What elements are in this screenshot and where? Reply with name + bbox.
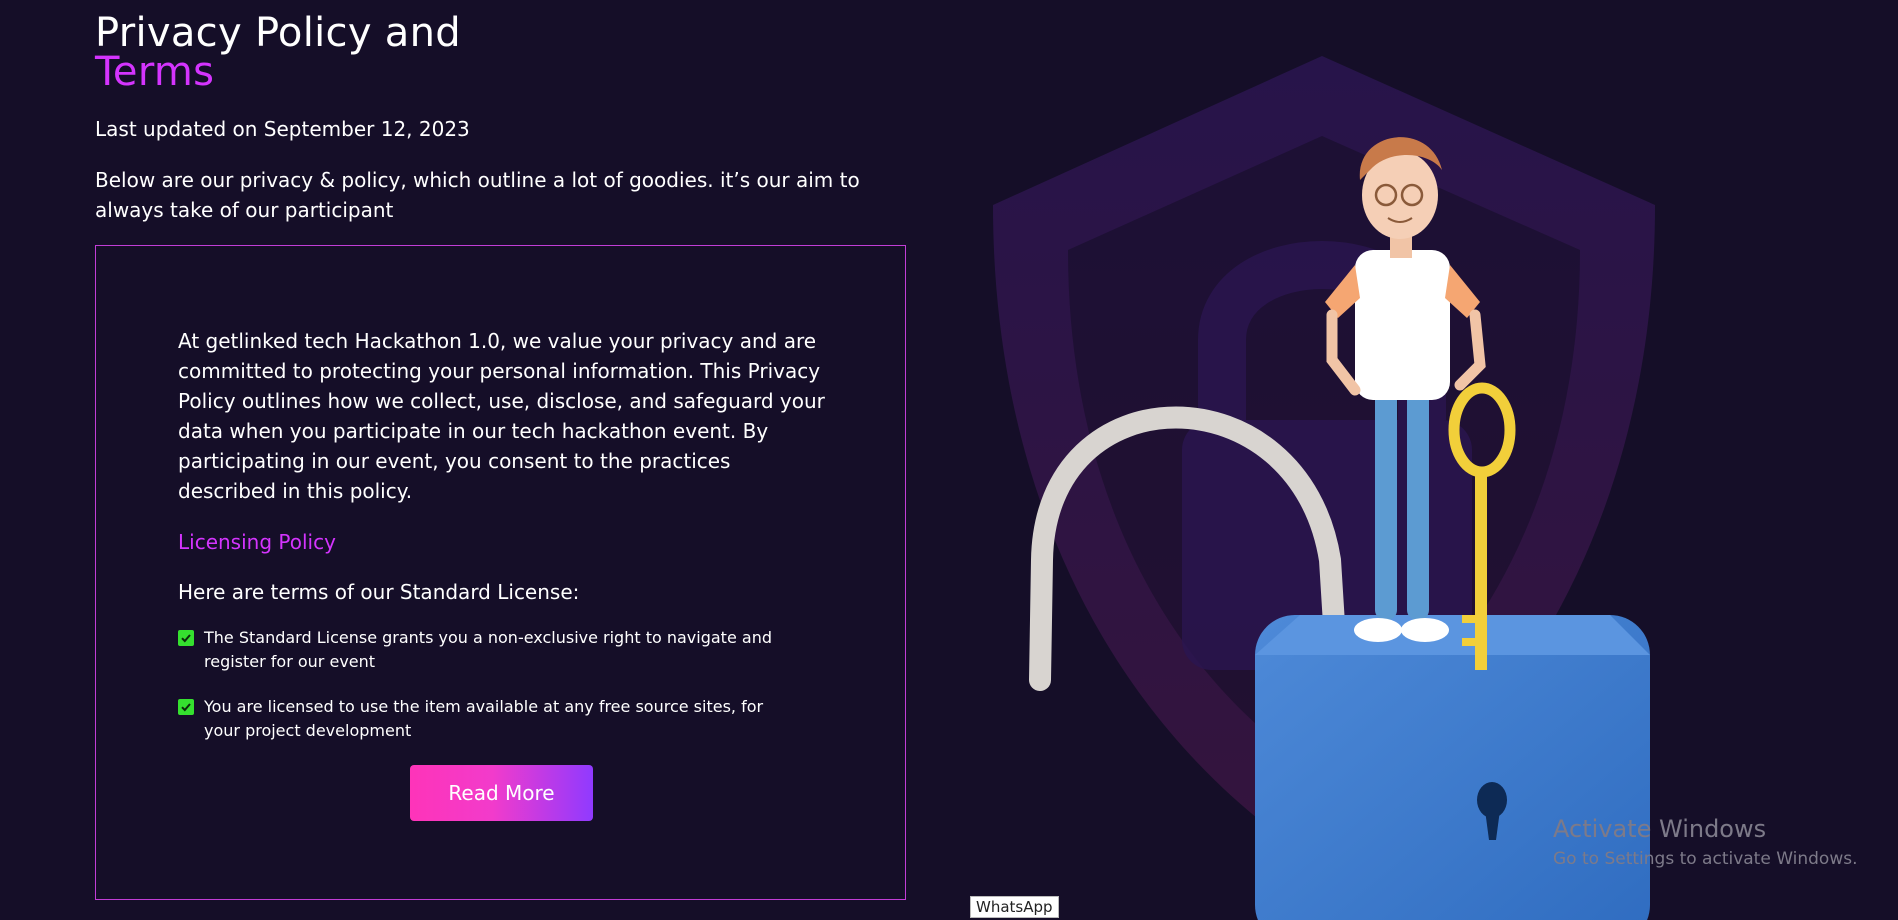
padlock-person-key-illustration xyxy=(993,56,1655,920)
intro-text: Below are our privacy & policy, which ou… xyxy=(95,168,860,222)
watermark-subtitle: Go to Settings to activate Windows. xyxy=(1553,849,1858,869)
checkbox-checked-icon xyxy=(178,630,194,646)
term-text: You are licensed to use the item availab… xyxy=(204,697,764,740)
last-updated-text: Last updated on September 12, 2023 xyxy=(95,117,470,141)
policy-lead-text: At getlinked tech Hackathon 1.0, we valu… xyxy=(178,329,825,503)
policy-card: At getlinked tech Hackathon 1.0, we valu… xyxy=(95,245,906,900)
licensing-policy-heading: Licensing Policy xyxy=(178,530,336,554)
term-text: The Standard License grants you a non-ex… xyxy=(204,628,772,671)
read-more-button[interactable]: Read More xyxy=(410,765,593,821)
term-item: The Standard License grants you a non-ex… xyxy=(178,626,828,674)
terms-intro-text: Here are terms of our Standard License: xyxy=(178,580,580,604)
windows-activation-watermark: Activate Windows Go to Settings to activ… xyxy=(1553,815,1858,869)
whatsapp-tooltip: WhatsApp xyxy=(970,896,1059,918)
padlock-body xyxy=(1255,615,1650,920)
watermark-title: Activate Windows xyxy=(1553,815,1767,843)
term-item: You are licensed to use the item availab… xyxy=(178,695,828,743)
checkbox-checked-icon xyxy=(178,699,194,715)
page-title: Privacy Policy and Terms xyxy=(95,13,461,95)
key-shaft xyxy=(1475,470,1487,670)
page-title-accent: Terms xyxy=(95,49,215,95)
policy-card-body: At getlinked tech Hackathon 1.0, we valu… xyxy=(178,326,828,743)
